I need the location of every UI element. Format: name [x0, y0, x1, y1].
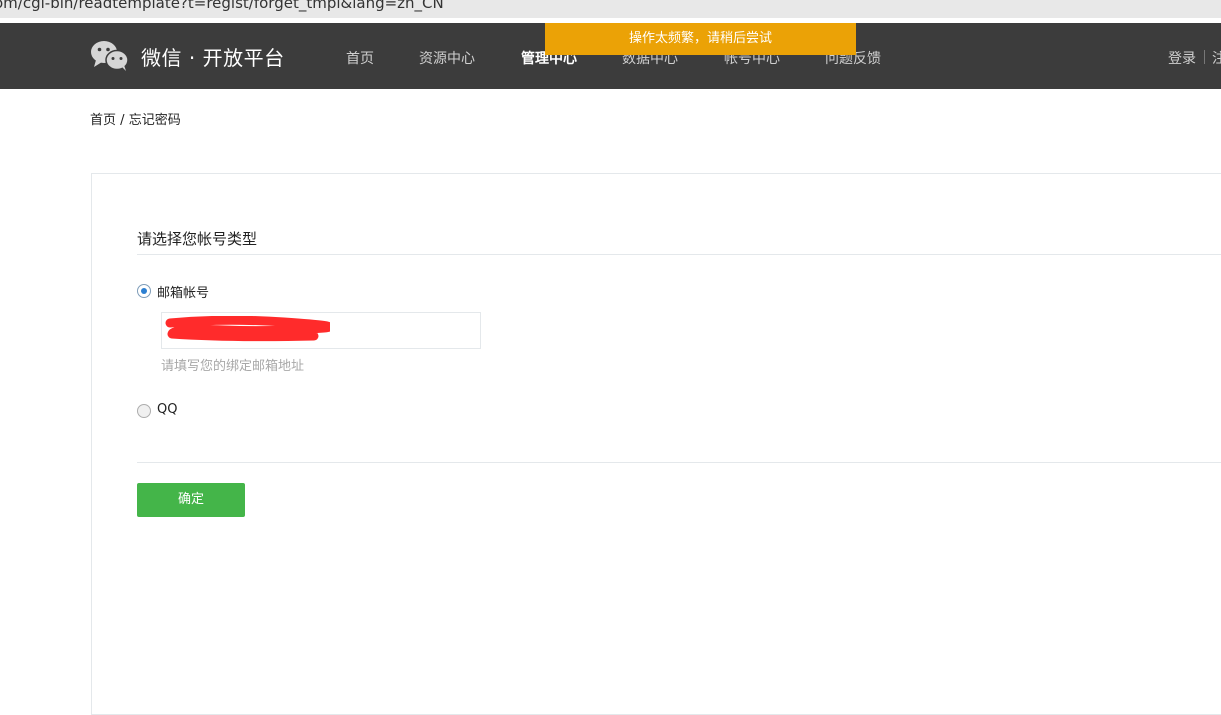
nav-resource-center[interactable]: 资源中心 — [419, 48, 475, 68]
email-input[interactable] — [161, 312, 481, 349]
form-divider — [137, 462, 1221, 463]
register-link[interactable]: 注 — [1212, 48, 1221, 68]
qq-account-radio[interactable] — [137, 404, 151, 418]
address-url: om/cgi-bin/readtemplate?t=regist/forget_… — [0, 0, 444, 12]
email-account-label[interactable]: 邮箱帐号 — [157, 282, 209, 301]
breadcrumb: 首页 / 忘记密码 — [90, 109, 181, 128]
account-type-title: 请选择您帐号类型 — [137, 230, 258, 248]
error-toast: 操作太频繁，请稍后尝试 — [545, 23, 856, 55]
email-account-radio[interactable] — [137, 284, 151, 298]
email-hint: 请填写您的绑定邮箱地址 — [161, 359, 305, 374]
breadcrumb-separator: / — [120, 113, 125, 128]
browser-address-bar[interactable]: om/cgi-bin/readtemplate?t=regist/forget_… — [0, 0, 1221, 18]
wechat-logo-icon — [91, 41, 129, 71]
confirm-button[interactable]: 确定 — [137, 483, 245, 517]
nav-home[interactable]: 首页 — [346, 48, 374, 68]
title-divider — [137, 254, 1221, 255]
breadcrumb-home-link[interactable]: 首页 — [90, 113, 116, 128]
login-link[interactable]: 登录 — [1168, 48, 1196, 68]
site-logo-text[interactable]: 微信 · 开放平台 — [141, 42, 285, 71]
qq-account-label[interactable]: QQ — [157, 402, 177, 417]
breadcrumb-current: 忘记密码 — [128, 113, 181, 128]
header-divider — [1204, 50, 1205, 64]
